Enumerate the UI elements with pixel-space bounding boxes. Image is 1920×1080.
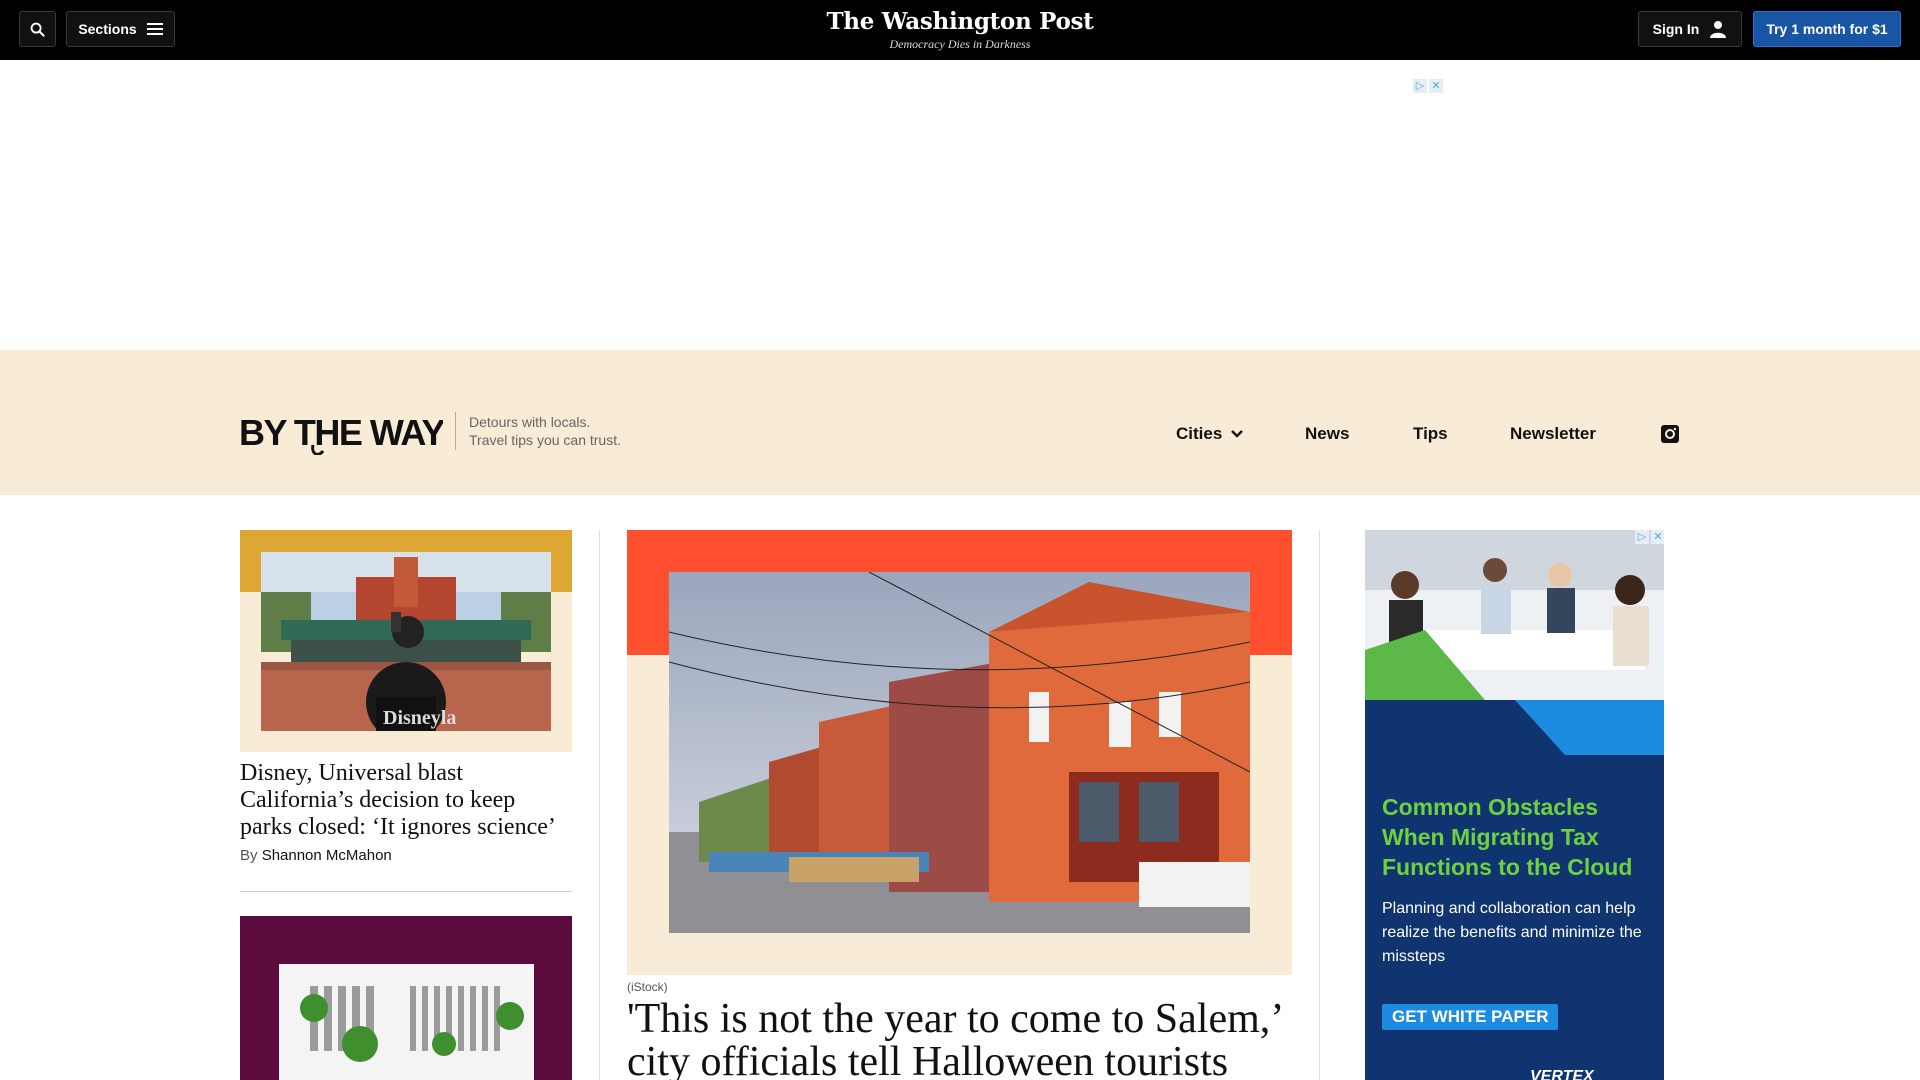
sections-menu-button[interactable]: Sections xyxy=(66,11,175,47)
main-story-image[interactable] xyxy=(627,530,1292,975)
left-story-headline[interactable]: Disney, Universal blast California’s dec… xyxy=(240,760,572,841)
nav-news[interactable]: News xyxy=(1305,424,1349,444)
svg-text:Disneyla: Disneyla xyxy=(383,707,456,729)
by-the-way-logo-text: BY THE WAY xyxy=(239,412,443,453)
by-the-way-logo[interactable]: BY THE WAY xyxy=(239,411,443,455)
column-divider xyxy=(599,530,600,1080)
btw-tagline: Detours with locals. Travel tips you can… xyxy=(469,413,621,449)
ad-choices[interactable]: ▷ ✕ xyxy=(1413,79,1443,93)
sections-label: Sections xyxy=(78,21,137,37)
ad-choices[interactable]: ▷ ✕ xyxy=(1635,530,1664,544)
ad-accent-shape xyxy=(1515,700,1664,755)
left-story-image[interactable]: Disneyla xyxy=(240,530,572,752)
adchoices-icon[interactable]: ▷ xyxy=(1635,530,1649,544)
main-story-headline[interactable]: 'This is not the year to come to Salem,’… xyxy=(627,998,1307,1080)
side-advertisement[interactable]: ▷ ✕ Common Obstacles When Migrating Tax … xyxy=(1365,530,1664,1080)
top-ad-slot: ▷ ✕ xyxy=(0,60,1920,350)
ad-brand-logo: VERTEX xyxy=(1530,1068,1594,1080)
washington-post-logo[interactable]: The Washington Post xyxy=(760,8,1160,35)
instagram-icon[interactable] xyxy=(1661,425,1679,443)
sign-in-button[interactable]: Sign In xyxy=(1638,11,1742,47)
nav-cities-label: Cities xyxy=(1176,424,1223,443)
column-divider xyxy=(1319,530,1320,1080)
second-story-image[interactable] xyxy=(240,916,572,1080)
get-white-paper-button[interactable]: GET WHITE PAPER xyxy=(1382,1004,1559,1030)
chevron-down-icon xyxy=(1231,430,1243,438)
search-icon xyxy=(30,22,45,37)
story-divider xyxy=(240,891,572,892)
photo-credit: (iStock) xyxy=(627,980,668,994)
ad-headline: Common Obstacles When Migrating Tax Func… xyxy=(1382,794,1633,880)
masthead[interactable]: The Washington Post Democracy Dies in Da… xyxy=(760,8,1160,52)
btw-tagline-line1: Detours with locals. xyxy=(469,414,591,430)
ad-close-icon[interactable]: ✕ xyxy=(1429,79,1443,93)
disneyland-photo[interactable]: Disneyla xyxy=(261,552,551,731)
ad-close-icon[interactable]: ✕ xyxy=(1651,530,1664,544)
nav-cities[interactable]: Cities xyxy=(1176,424,1243,444)
hamburger-icon xyxy=(146,23,163,35)
fence-plants-photo[interactable] xyxy=(240,916,572,1080)
top-navigation-bar: Sections The Washington Post Democracy D… xyxy=(0,0,1920,60)
salem-street-photo[interactable] xyxy=(669,572,1250,933)
author-link[interactable]: Shannon McMahon xyxy=(262,847,392,864)
btw-tagline-line2: Travel tips you can trust. xyxy=(469,432,621,448)
by-the-way-header: BY THE WAY Detours with locals. Travel t… xyxy=(0,350,1920,495)
adchoices-icon[interactable]: ▷ xyxy=(1413,79,1427,93)
nav-newsletter[interactable]: Newsletter xyxy=(1510,424,1596,444)
ad-body: Planning and collaboration can help real… xyxy=(1382,900,1642,965)
subscribe-trial-button[interactable]: Try 1 month for $1 xyxy=(1753,11,1901,47)
user-icon xyxy=(1710,21,1727,38)
left-story-byline: By Shannon McMahon xyxy=(240,847,392,864)
header-divider xyxy=(455,412,456,450)
masthead-tagline: Democracy Dies in Darkness xyxy=(889,37,1031,51)
sign-in-label: Sign In xyxy=(1652,21,1700,37)
ad-meeting-photo[interactable] xyxy=(1365,530,1664,700)
byline-prefix: By xyxy=(240,847,258,864)
nav-tips[interactable]: Tips xyxy=(1413,424,1448,444)
search-button[interactable] xyxy=(19,11,56,47)
